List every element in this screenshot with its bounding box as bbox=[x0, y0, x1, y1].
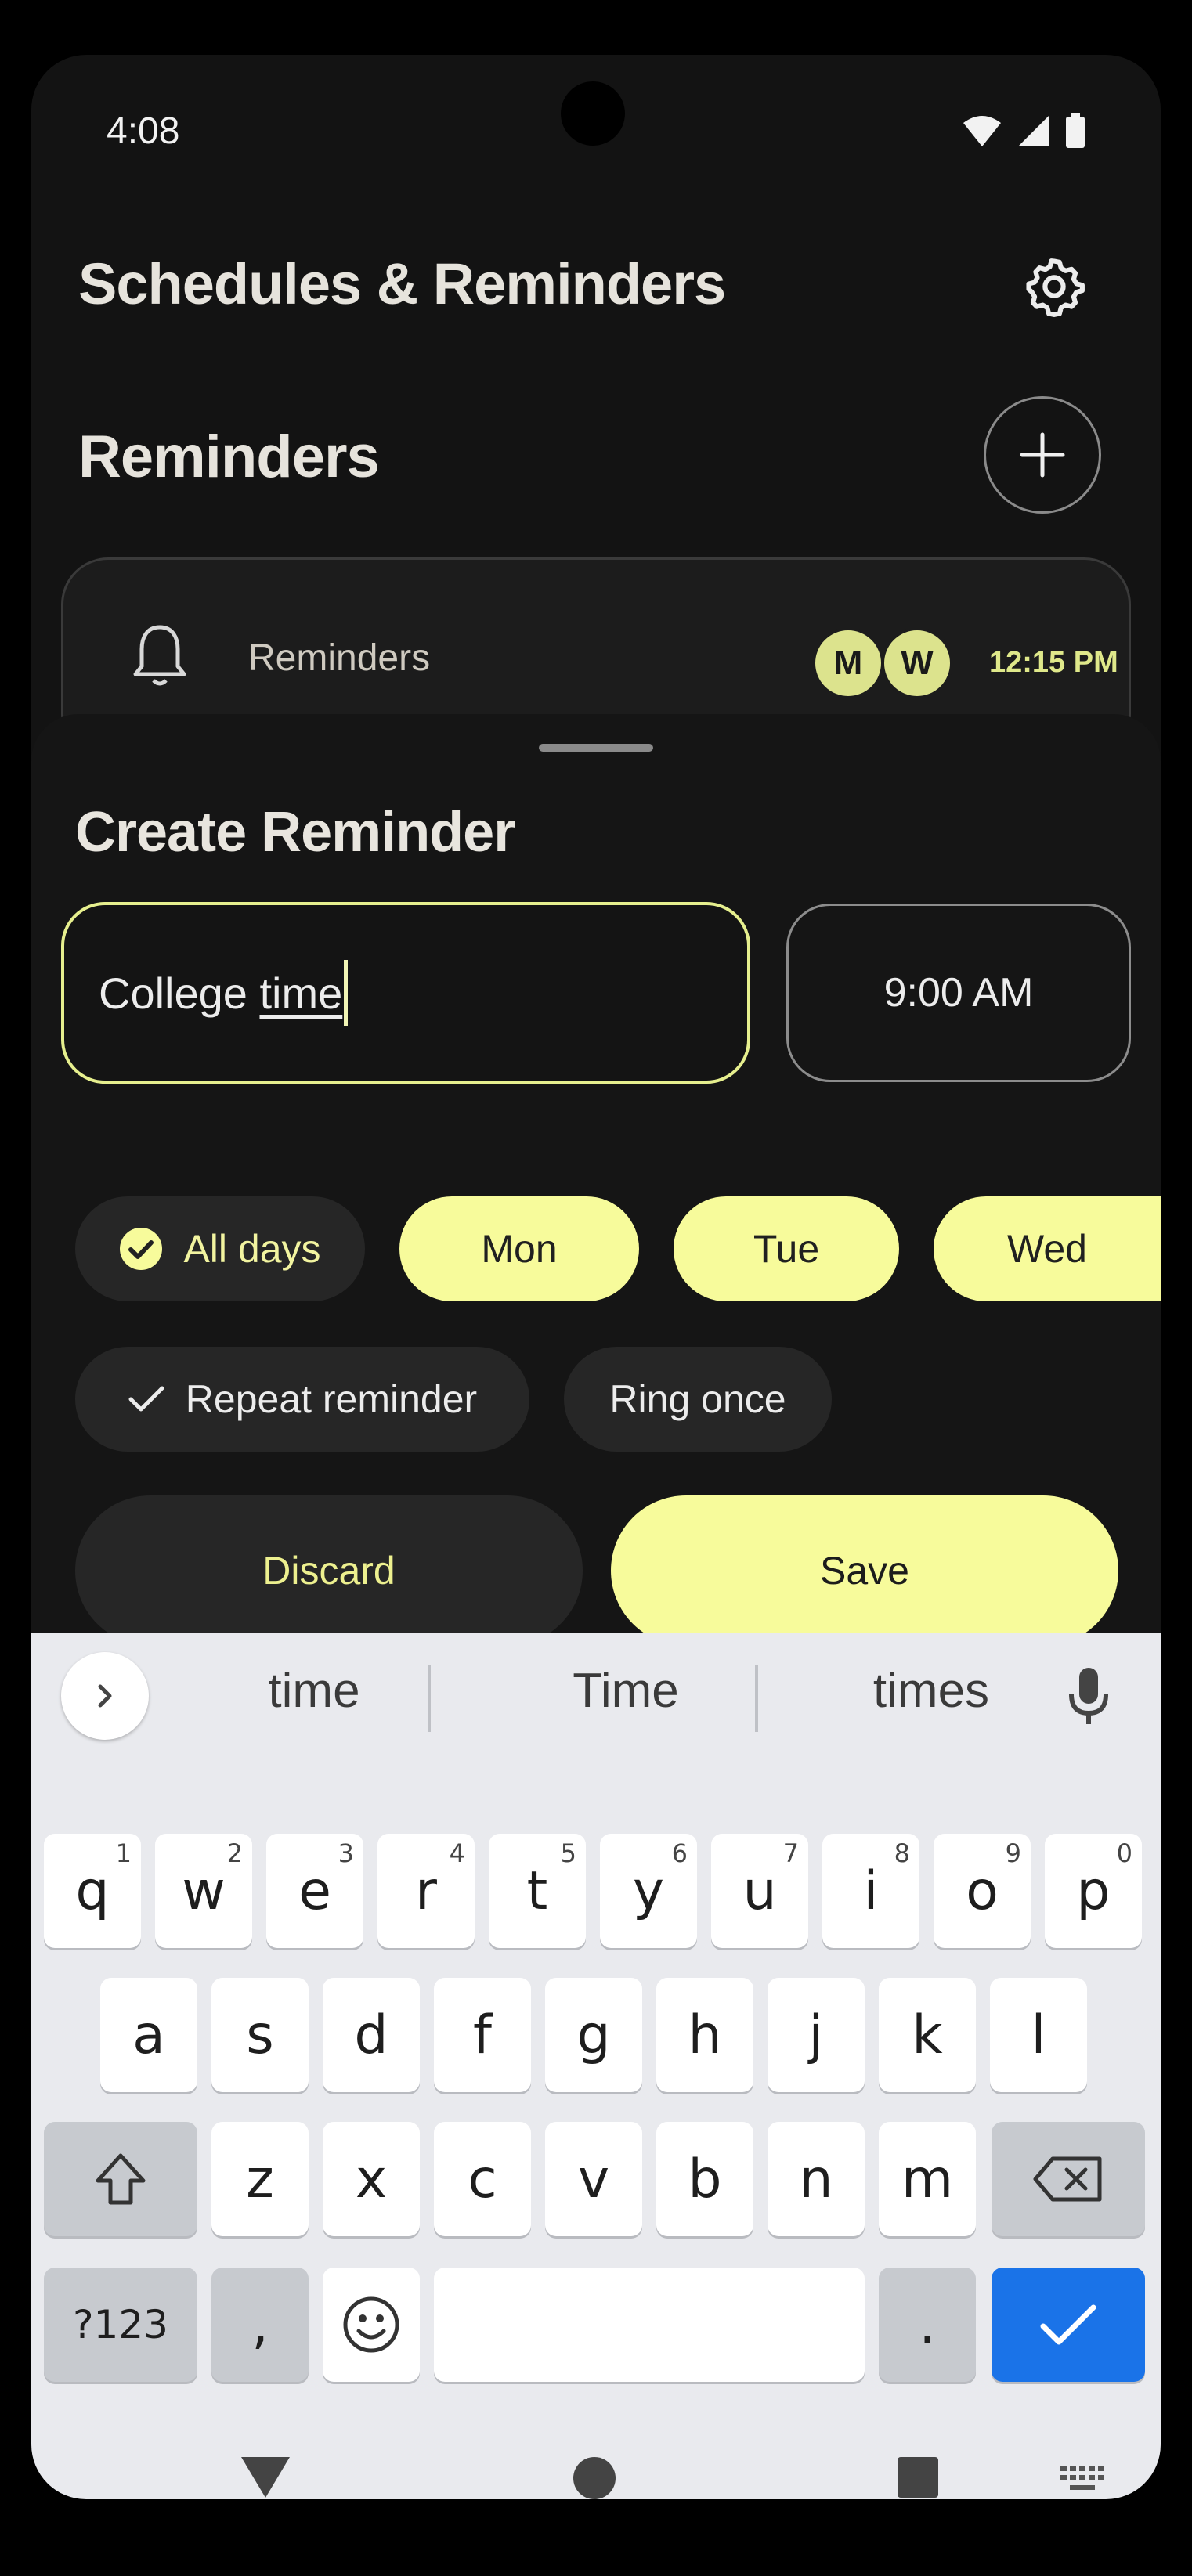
sheet-title: Create Reminder bbox=[75, 801, 515, 864]
reminder-name-composing: time bbox=[259, 968, 343, 1018]
cell-signal-icon bbox=[1018, 115, 1049, 146]
key-w[interactable]: w2 bbox=[155, 1834, 252, 1948]
day-chip-mon[interactable]: Mon bbox=[399, 1196, 639, 1301]
discard-button[interactable]: Discard bbox=[75, 1495, 583, 1646]
key-r[interactable]: r4 bbox=[377, 1834, 475, 1948]
microphone-icon bbox=[1069, 1668, 1108, 1724]
day-badge-monday: M bbox=[812, 627, 884, 699]
key-d[interactable]: d bbox=[323, 1978, 420, 2092]
all-days-chip[interactable]: All days bbox=[75, 1196, 365, 1301]
home-nav-icon[interactable] bbox=[572, 2455, 617, 2499]
key-y[interactable]: y6 bbox=[600, 1834, 697, 1948]
checkmark-icon bbox=[1040, 2304, 1096, 2345]
key-j[interactable]: j bbox=[768, 1978, 865, 2092]
check-icon bbox=[128, 1384, 165, 1415]
key-g[interactable]: g bbox=[545, 1978, 642, 2092]
key-m[interactable]: m bbox=[879, 2122, 976, 2236]
soft-keyboard: time Time times q1 w2 e3 r4 t5 y6 u7 i8 … bbox=[31, 1633, 1161, 2499]
time-picker-field[interactable]: 9:00 AM bbox=[786, 904, 1131, 1082]
shift-icon bbox=[96, 2153, 146, 2205]
back-nav-icon[interactable] bbox=[240, 2455, 291, 2499]
key-l[interactable]: l bbox=[990, 1978, 1087, 2092]
chevron-right-icon bbox=[98, 1684, 112, 1708]
suggestion-2[interactable]: Time bbox=[489, 1663, 763, 1719]
backspace-key[interactable] bbox=[992, 2122, 1145, 2236]
add-reminder-button[interactable] bbox=[984, 396, 1101, 514]
battery-icon bbox=[1066, 113, 1085, 148]
symbols-key[interactable]: ?123 bbox=[44, 2268, 197, 2382]
settings-button[interactable] bbox=[1017, 249, 1092, 324]
space-key[interactable] bbox=[434, 2268, 865, 2382]
save-button[interactable]: Save bbox=[611, 1495, 1118, 1646]
status-time: 4:08 bbox=[107, 110, 180, 152]
reminder-name-text: College bbox=[99, 968, 260, 1018]
suggestion-3[interactable]: times bbox=[794, 1663, 1068, 1719]
day-badge-wednesday: W bbox=[881, 627, 953, 699]
key-a[interactable]: a bbox=[100, 1978, 197, 2092]
key-i[interactable]: i8 bbox=[822, 1834, 919, 1948]
day-chip-wed[interactable]: Wed bbox=[934, 1196, 1161, 1301]
repeat-reminder-chip[interactable]: Repeat reminder bbox=[75, 1347, 529, 1452]
mic-button[interactable] bbox=[1065, 1665, 1112, 1731]
app-title: Schedules & Reminders bbox=[78, 251, 726, 316]
screen: 4:08 Schedules & Reminders Reminders Rem… bbox=[31, 55, 1161, 2499]
all-days-label: All days bbox=[183, 1227, 321, 1271]
done-key[interactable] bbox=[992, 2268, 1145, 2382]
shift-key[interactable] bbox=[44, 2122, 197, 2236]
bell-icon bbox=[133, 625, 186, 686]
key-v[interactable]: v bbox=[545, 2122, 642, 2236]
key-q[interactable]: q1 bbox=[44, 1834, 141, 1948]
key-h[interactable]: h bbox=[656, 1978, 753, 2092]
drag-handle[interactable] bbox=[539, 744, 653, 752]
repeat-reminder-label: Repeat reminder bbox=[185, 1377, 478, 1421]
reminder-label: Reminders bbox=[248, 637, 431, 679]
emoji-icon bbox=[343, 2296, 399, 2353]
key-b[interactable]: b bbox=[656, 2122, 753, 2236]
key-s[interactable]: s bbox=[211, 1978, 309, 2092]
suggestion-divider bbox=[428, 1665, 431, 1732]
text-caret bbox=[344, 960, 349, 1026]
key-z[interactable]: z bbox=[211, 2122, 309, 2236]
backspace-icon bbox=[1033, 2156, 1102, 2202]
key-p[interactable]: p0 bbox=[1045, 1834, 1142, 1948]
wifi-icon bbox=[963, 116, 1001, 146]
key-u[interactable]: u7 bbox=[711, 1834, 808, 1948]
key-x[interactable]: x bbox=[323, 2122, 420, 2236]
check-circle-icon bbox=[119, 1227, 163, 1271]
key-t[interactable]: t5 bbox=[489, 1834, 586, 1948]
key-k[interactable]: k bbox=[879, 1978, 976, 2092]
plus-icon bbox=[1020, 432, 1065, 478]
key-n[interactable]: n bbox=[768, 2122, 865, 2236]
create-reminder-sheet: Create Reminder College time 9:00 AM All… bbox=[31, 714, 1161, 1646]
suggestion-expand-button[interactable] bbox=[61, 1652, 149, 1740]
day-chip-tue[interactable]: Tue bbox=[674, 1196, 899, 1301]
reminder-name-input[interactable]: College time bbox=[61, 902, 750, 1084]
ring-once-chip[interactable]: Ring once bbox=[564, 1347, 832, 1452]
key-o[interactable]: o9 bbox=[934, 1834, 1031, 1948]
period-key[interactable]: . bbox=[879, 2268, 976, 2382]
recents-nav-icon[interactable] bbox=[896, 2455, 940, 2499]
suggestion-divider bbox=[755, 1665, 758, 1732]
key-e[interactable]: e3 bbox=[266, 1834, 363, 1948]
gear-icon bbox=[1026, 258, 1085, 317]
suggestion-1[interactable]: time bbox=[177, 1663, 451, 1719]
device-frame: 4:08 Schedules & Reminders Reminders Rem… bbox=[0, 0, 1192, 2576]
comma-key[interactable]: , bbox=[211, 2268, 309, 2382]
keyboard-switch-icon[interactable] bbox=[1059, 2465, 1106, 2495]
reminders-heading: Reminders bbox=[78, 424, 380, 490]
key-c[interactable]: c bbox=[434, 2122, 531, 2236]
reminder-time: 12:15 PM bbox=[989, 646, 1118, 679]
status-icons bbox=[962, 113, 1085, 149]
camera-cutout bbox=[561, 81, 625, 146]
emoji-key[interactable] bbox=[323, 2268, 420, 2382]
key-f[interactable]: f bbox=[434, 1978, 531, 2092]
